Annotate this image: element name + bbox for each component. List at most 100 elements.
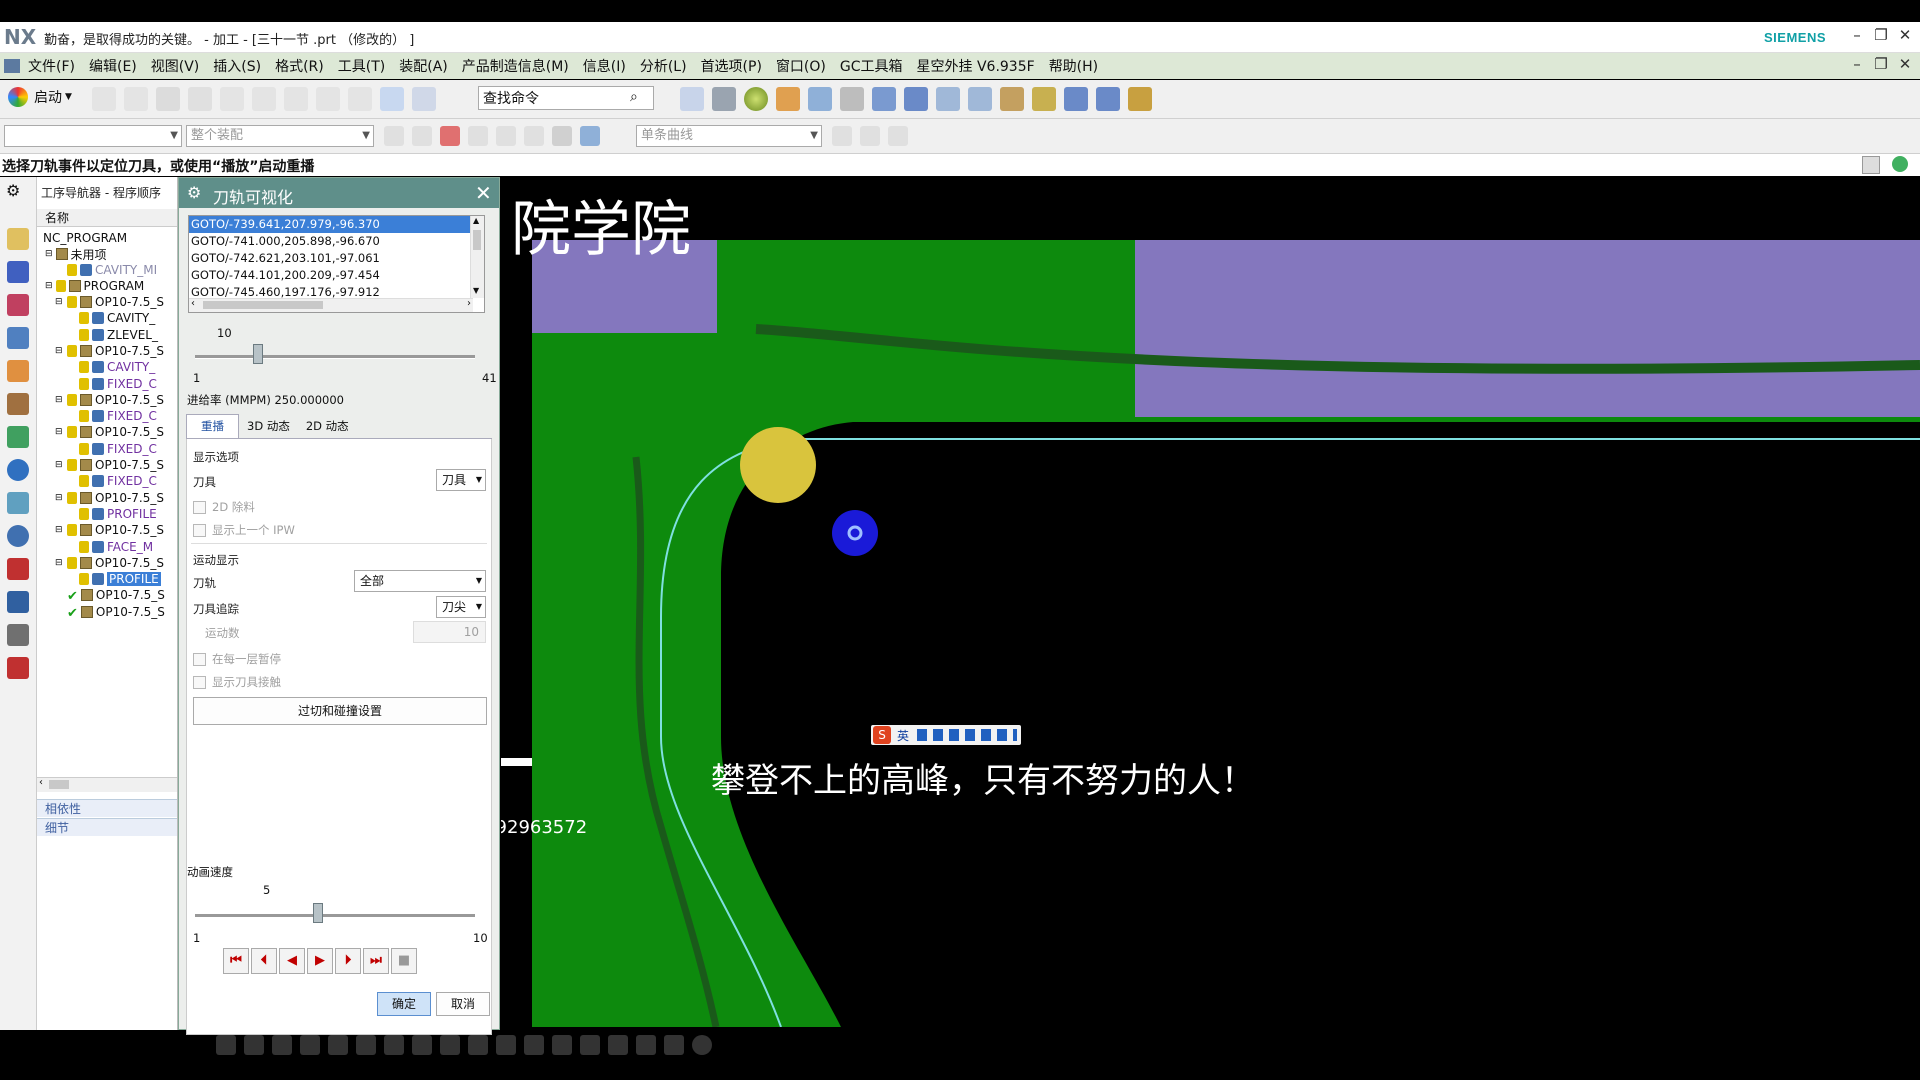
tree-operation-row[interactable]: ZLEVEL_	[79, 326, 158, 344]
machine-tool-icon[interactable]	[7, 360, 29, 382]
cb-pause-each-layer[interactable]: 在每一层暂停	[193, 651, 281, 667]
tree-group-row[interactable]: ⊟ OP10-7.5_S	[55, 489, 164, 507]
show-hide-icon[interactable]	[608, 1035, 628, 1055]
stop-at-intersection-icon[interactable]	[832, 126, 852, 146]
command-finder-icon[interactable]	[412, 87, 436, 111]
position-slider-thumb[interactable]	[253, 344, 263, 364]
fit-view-icon[interactable]	[680, 87, 704, 111]
doc-minimize-icon[interactable]: –	[1846, 55, 1868, 77]
menu-item-3[interactable]: 插入(S)	[213, 56, 261, 76]
tree-group-row[interactable]: ⊟ OP10-7.5_S	[55, 293, 164, 311]
system-materials-icon[interactable]	[7, 657, 29, 679]
speed-slider-thumb[interactable]	[313, 903, 324, 923]
start-icon[interactable]	[8, 87, 28, 107]
clock-icon[interactable]	[7, 525, 29, 547]
menu-item-11[interactable]: 窗口(O)	[776, 56, 826, 76]
tab-replay[interactable]: 重播	[186, 414, 239, 438]
menu-item-14[interactable]: 帮助(H)	[1049, 56, 1098, 76]
tree-operation-row[interactable]: FIXED_C	[79, 472, 157, 490]
column-header-name[interactable]: 名称	[37, 209, 177, 227]
select-face-icon[interactable]	[580, 126, 600, 146]
tool-icon[interactable]	[7, 624, 29, 646]
cb-2d-material[interactable]: 2D 除料	[193, 499, 255, 515]
dialog-close-icon[interactable]: ✕	[475, 181, 492, 205]
tree-operation-row[interactable]: FIXED_C	[79, 440, 157, 458]
zoom-icon[interactable]	[272, 1035, 292, 1055]
snap-view-icon[interactable]	[904, 87, 928, 111]
motion-count-input[interactable]: 10	[413, 621, 486, 643]
menu-item-1[interactable]: 编辑(E)	[89, 56, 137, 76]
constraint-navigator-icon[interactable]	[7, 261, 29, 283]
measure-icon[interactable]	[1128, 87, 1152, 111]
delete-icon[interactable]	[316, 87, 340, 111]
view-front-icon[interactable]	[384, 1035, 404, 1055]
wireframe-icon[interactable]	[524, 1035, 544, 1055]
cb-pause-each-layer-box[interactable]	[193, 653, 206, 666]
go-to-end-icon[interactable]: ⏭	[363, 948, 389, 974]
start-button[interactable]: 启动	[34, 87, 62, 107]
goto-hscrollbar[interactable]: ‹ ›	[189, 298, 473, 312]
assembly-navigator-icon[interactable]	[7, 228, 29, 250]
tree-operation-row[interactable]: FIXED_C	[79, 375, 157, 393]
menu-item-13[interactable]: 星空外挂 V6.935F	[917, 56, 1035, 76]
cut-icon[interactable]	[220, 87, 244, 111]
box-select-icon[interactable]	[524, 126, 544, 146]
dependency-panel[interactable]: 相依性	[37, 799, 177, 817]
filter-combo[interactable]: ▼	[4, 125, 182, 147]
tab-2d-dynamic[interactable]: 2D 动态	[298, 415, 357, 438]
step-back-icon[interactable]: ⏴	[251, 948, 277, 974]
part-navigator-icon[interactable]	[7, 294, 29, 316]
menu-item-7[interactable]: 产品制造信息(M)	[462, 56, 569, 76]
curve-rule-combo[interactable]: 单条曲线 ▼	[636, 125, 822, 147]
doc-close-icon[interactable]: ✕	[1894, 55, 1916, 77]
tree-group-row[interactable]: ⊟ OP10-7.5_S	[55, 554, 164, 572]
deselect-icon[interactable]	[468, 126, 488, 146]
menu-item-9[interactable]: 分析(L)	[640, 56, 687, 76]
cb-show-contact[interactable]: 显示刀具接触	[193, 674, 281, 690]
follow-fillet-icon[interactable]	[860, 126, 880, 146]
tree-operation-row[interactable]: FACE_M	[79, 538, 153, 556]
minimize-icon[interactable]: –	[1846, 26, 1868, 48]
status-info-icon[interactable]	[1892, 156, 1908, 172]
select-all-icon[interactable]	[412, 126, 432, 146]
history-icon[interactable]	[7, 492, 29, 514]
go-to-start-icon[interactable]: ⏮	[223, 948, 249, 974]
operation-navigator-icon[interactable]	[7, 327, 29, 349]
speed-slider-track[interactable]	[195, 914, 475, 918]
ok-button[interactable]: 确定	[377, 992, 431, 1016]
clip-icon[interactable]	[552, 1035, 572, 1055]
web-browser-icon[interactable]	[7, 459, 29, 481]
position-slider-track[interactable]	[195, 355, 475, 359]
hd3d-icon[interactable]	[7, 426, 29, 448]
goto-listbox[interactable]: GOTO/-739.641,207.979,-96.370 GOTO/-741.0…	[188, 215, 485, 313]
section-icon[interactable]	[936, 87, 960, 111]
menu-app-icon[interactable]	[4, 59, 20, 73]
doc-restore-icon[interactable]: ❐	[1870, 55, 1892, 77]
menu-item-0[interactable]: 文件(F)	[28, 56, 75, 76]
play-reverse-icon[interactable]: ◀	[279, 948, 305, 974]
tree-group-row[interactable]: ⊟ OP10-7.5_S	[55, 456, 164, 474]
tree-operation-row[interactable]: PROFILE	[79, 570, 161, 588]
undo-icon[interactable]	[348, 87, 372, 111]
orient-icon[interactable]	[872, 87, 896, 111]
close-icon[interactable]: ✕	[1894, 26, 1916, 48]
pan-left-icon[interactable]	[300, 1035, 320, 1055]
tool-dropdown[interactable]: 刀具 ▼	[436, 469, 486, 491]
snap-icon[interactable]	[664, 1035, 684, 1055]
orient-view-icon[interactable]	[216, 1035, 236, 1055]
transform-icon[interactable]	[1032, 87, 1056, 111]
move-icon[interactable]	[1064, 87, 1088, 111]
menu-item-6[interactable]: 装配(A)	[399, 56, 448, 76]
restore-icon[interactable]: ❐	[1870, 26, 1892, 48]
save-icon[interactable]	[156, 87, 180, 111]
pan-right-icon[interactable]	[328, 1035, 348, 1055]
cb-prev-ipw[interactable]: 显示上一个 IPW	[193, 522, 295, 538]
sogou-icon[interactable]: S	[873, 726, 891, 744]
view-right-icon[interactable]	[440, 1035, 460, 1055]
circle-icon[interactable]	[692, 1035, 712, 1055]
view-iso-icon[interactable]	[468, 1035, 488, 1055]
gouge-settings-button[interactable]: 过切和碰撞设置	[193, 697, 487, 725]
cb-2d-material-box[interactable]	[193, 501, 206, 514]
fit-all-icon[interactable]	[244, 1035, 264, 1055]
goto-vscrollbar[interactable]: ▲ ▼	[470, 216, 484, 298]
